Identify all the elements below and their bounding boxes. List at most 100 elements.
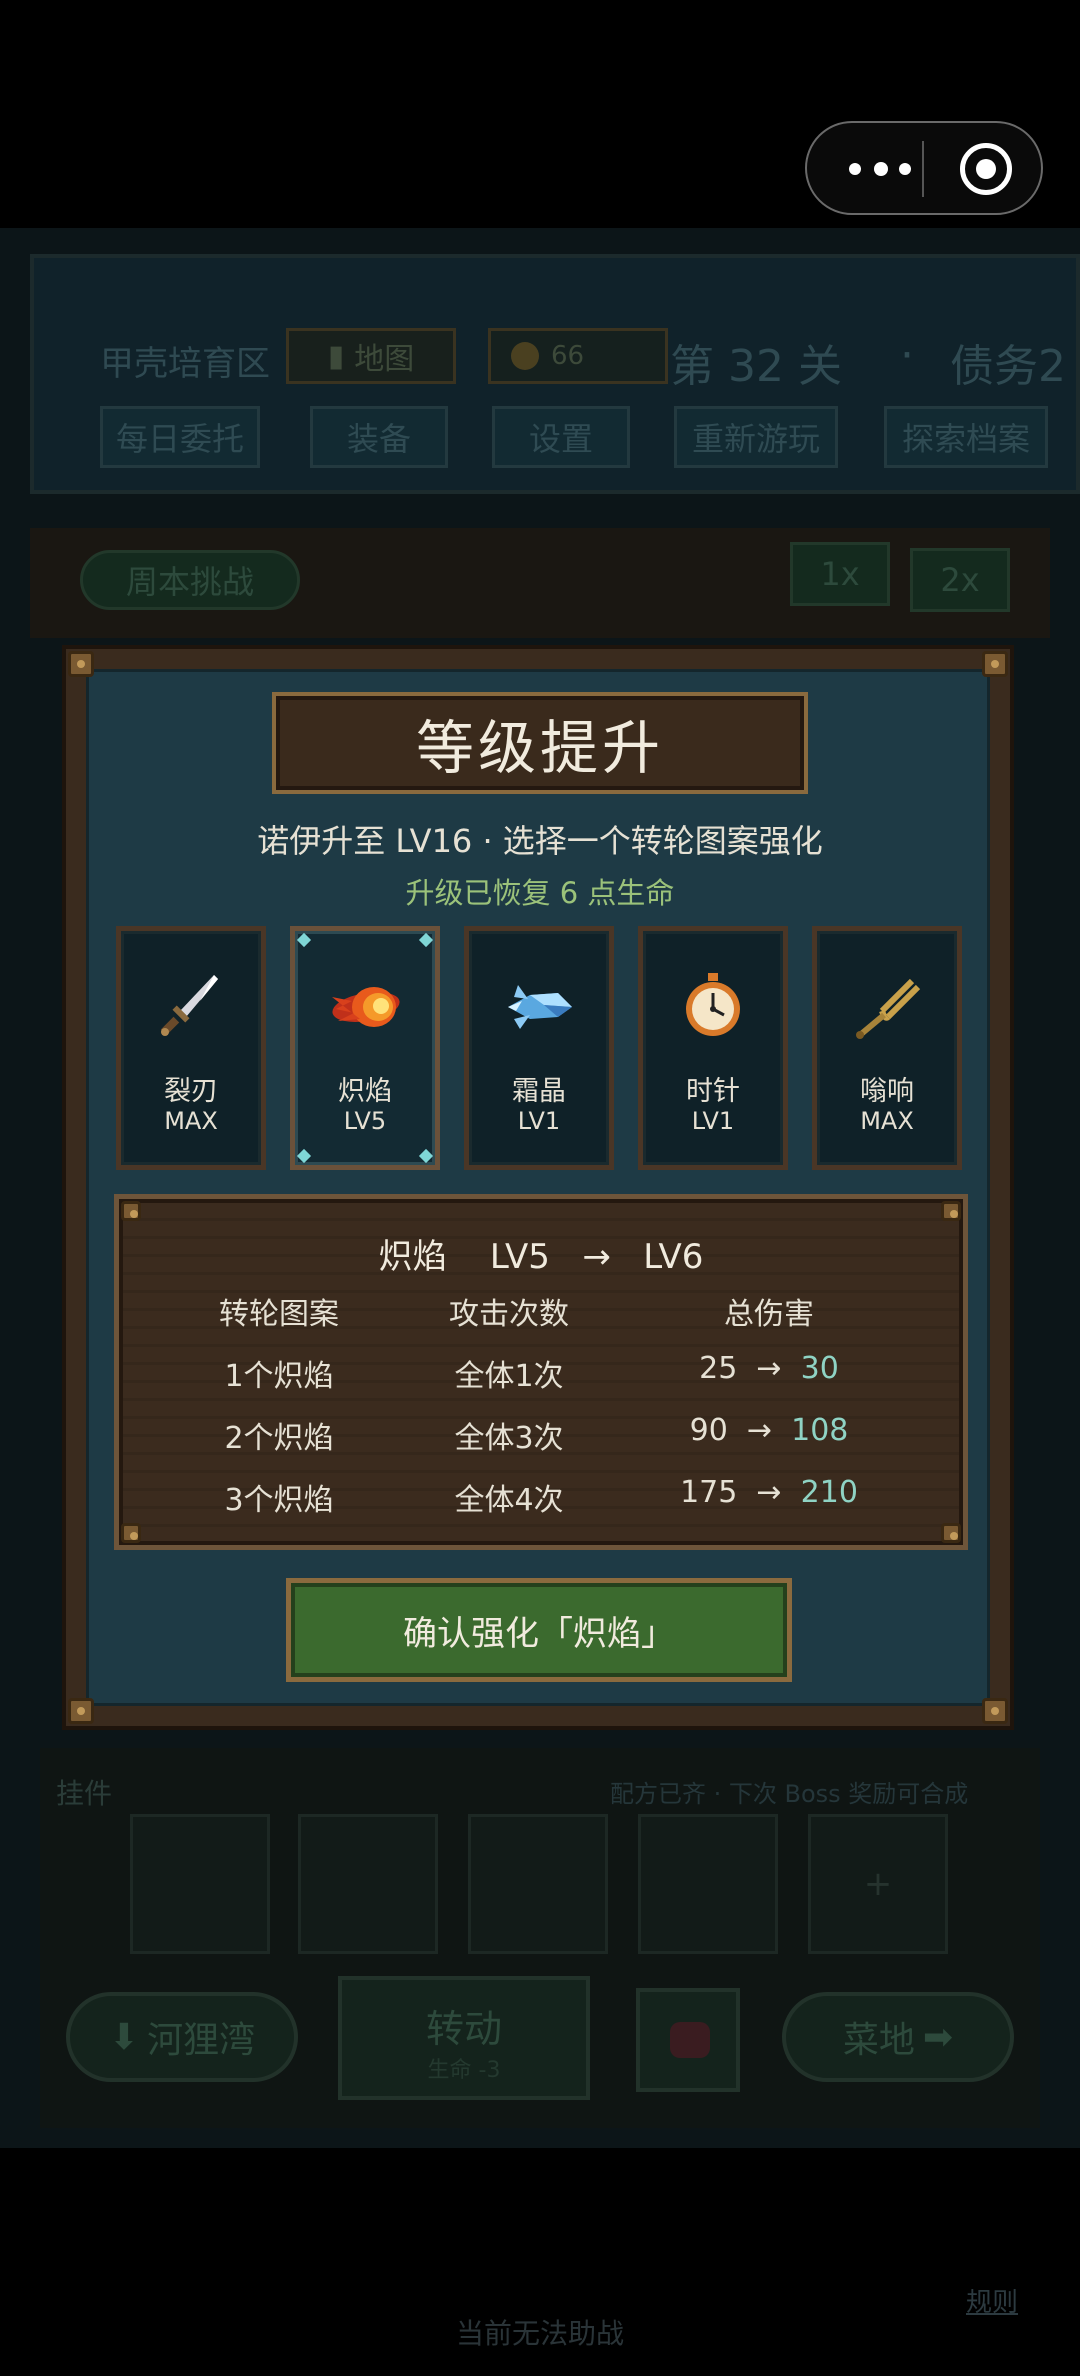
damage-from: 25: [699, 1351, 738, 1386]
speed-1x-button[interactable]: 1x: [790, 542, 890, 606]
heart-icon: [670, 2022, 710, 2058]
charm-slot-3[interactable]: [468, 1814, 608, 1954]
coin-icon: [511, 342, 539, 370]
tab-settings[interactable]: 设置: [492, 406, 630, 468]
card-name: 嗡响: [860, 1076, 914, 1107]
arrow-right-icon: →: [746, 1413, 773, 1448]
damage-to: 210: [800, 1475, 858, 1510]
charm-slot-add[interactable]: +: [808, 1814, 948, 1954]
selection-gem: [418, 1148, 434, 1164]
weekly-challenge-button[interactable]: 周本挑战: [80, 550, 300, 610]
damage-to: 108: [791, 1413, 849, 1448]
damage-to: 30: [800, 1351, 839, 1386]
upgrade-card-blade[interactable]: 裂刃 MAX: [116, 926, 266, 1170]
modal-title-plate: 等级提升: [272, 692, 808, 794]
upgrade-card-clock[interactable]: 时针 LV1: [638, 926, 788, 1170]
spin-button[interactable]: 转动 生命 -3: [338, 1976, 590, 2100]
stopwatch-icon: [686, 973, 740, 1036]
map-label: 地图: [354, 342, 415, 377]
corner-rivet: [982, 651, 1008, 677]
row3-pattern: 3个炽焰: [224, 1483, 334, 1518]
map-button[interactable]: ▮ 地图: [286, 328, 456, 384]
header-hits: 攻击次数: [449, 1297, 569, 1332]
upgrade-card-frost[interactable]: 霜晶 LV1: [464, 926, 614, 1170]
miniprogram-capsule: [805, 121, 1043, 215]
header-damage: 总伤害: [724, 1297, 814, 1332]
row3-damage: 175 → 210: [649, 1475, 889, 1510]
battle-strip: 周本挑战 1x 2x: [30, 528, 1050, 638]
speed-2x-button[interactable]: 2x: [910, 548, 1010, 612]
close-miniprogram-icon[interactable]: [960, 143, 1012, 195]
detail-to-level: LV6: [643, 1237, 704, 1277]
detail-title: 炽焰 LV5 → LV6: [119, 1229, 963, 1278]
arrow-right-icon: →: [582, 1237, 611, 1277]
corner-rivet: [941, 1201, 961, 1221]
nav-left-label: 河狸湾: [147, 2020, 256, 2061]
detail-name: 炽焰: [378, 1237, 447, 1277]
level-up-modal: [62, 645, 1014, 1730]
heart-button[interactable]: [636, 1988, 740, 2092]
modal-subtitle: 诺伊升至 LV16 · 选择一个转轮图案强化: [257, 822, 823, 860]
top-status-bar: 甲壳培育区 ▮ 地图 66 第 32 关 · 债务2 每日委托 装备 设置 重新游…: [30, 254, 1080, 494]
confirm-upgrade-button[interactable]: 确认强化「炽焰」: [286, 1578, 792, 1682]
spin-cost: 生命 -3: [427, 2058, 501, 2083]
coin-counter: 66: [488, 328, 668, 384]
arrow-right-icon: ➡: [922, 2016, 954, 2058]
row1-hits: 全体1次: [454, 1359, 564, 1394]
upgrade-card-hum[interactable]: 嗡响 MAX: [812, 926, 962, 1170]
arrow-right-icon: →: [756, 1351, 782, 1386]
row1-pattern: 1个炽焰: [224, 1359, 334, 1394]
damage-from: 175: [680, 1475, 738, 1510]
nav-left-button[interactable]: ⬇ 河狸湾: [66, 1992, 298, 2082]
card-name: 霜晶: [512, 1076, 566, 1107]
card-level: LV5: [343, 1107, 387, 1135]
arrow-right-icon: →: [756, 1475, 782, 1510]
assist-note: 当前无法助战: [455, 2317, 624, 2350]
selection-gem: [296, 932, 312, 948]
debt-label: 债务2: [950, 341, 1066, 392]
tab-exploration-archive[interactable]: 探索档案: [884, 406, 1048, 468]
coin-value: 66: [551, 341, 585, 371]
corner-rivet: [68, 1698, 94, 1724]
confirm-label: 确认强化「炽焰」: [403, 1613, 675, 1654]
card-name: 裂刃: [164, 1076, 218, 1107]
damage-from: 90: [689, 1413, 728, 1448]
spin-label: 转动: [425, 2007, 502, 2051]
card-level: MAX: [860, 1107, 914, 1135]
header-pattern: 转轮图案: [219, 1297, 339, 1332]
selection-gem: [296, 1148, 312, 1164]
charm-label: 挂件: [56, 1777, 113, 1810]
row3-hits: 全体4次: [454, 1483, 564, 1518]
row2-damage: 90 → 108: [649, 1413, 889, 1448]
charm-slot-1[interactable]: [130, 1814, 270, 1954]
tab-equipment[interactable]: 装备: [310, 406, 448, 468]
card-name: 炽焰: [338, 1076, 392, 1107]
card-level: LV1: [517, 1107, 561, 1135]
area-name: 甲壳培育区: [100, 344, 270, 384]
tab-replay[interactable]: 重新游玩: [674, 406, 838, 468]
upgrade-card-flame[interactable]: 炽焰 LV5: [290, 926, 440, 1170]
recipe-note: 配方已齐 · 下次 Boss 奖励可合成: [610, 1780, 969, 1808]
upgrade-detail-panel: 炽焰 LV5 → LV6 转轮图案 攻击次数 总伤害 1个炽焰 全体1次 25 …: [114, 1194, 968, 1550]
row1-damage: 25 → 30: [649, 1351, 889, 1386]
charm-slot-4[interactable]: [638, 1814, 778, 1954]
corner-rivet: [68, 651, 94, 677]
dagger-icon: [160, 975, 218, 1036]
card-level: LV1: [691, 1107, 735, 1135]
charm-slot-2[interactable]: [298, 1814, 438, 1954]
more-menu-icon[interactable]: [847, 157, 917, 181]
tuning-fork-icon: [856, 978, 921, 1039]
detail-from-level: LV5: [489, 1237, 550, 1277]
map-icon: ▮: [327, 338, 345, 374]
row2-hits: 全体3次: [454, 1421, 564, 1456]
corner-rivet: [941, 1523, 961, 1543]
separator-dot: ·: [900, 330, 914, 381]
selection-gem: [418, 932, 434, 948]
stage-label: 第 32 关: [670, 341, 842, 392]
modal-title: 等级提升: [415, 714, 664, 782]
card-level: MAX: [164, 1107, 218, 1135]
ice-crystal-icon: [508, 985, 572, 1029]
tab-daily-quests[interactable]: 每日委托: [100, 406, 260, 468]
nav-right-button[interactable]: 菜地 ➡: [782, 1992, 1014, 2082]
corner-rivet: [121, 1523, 141, 1543]
